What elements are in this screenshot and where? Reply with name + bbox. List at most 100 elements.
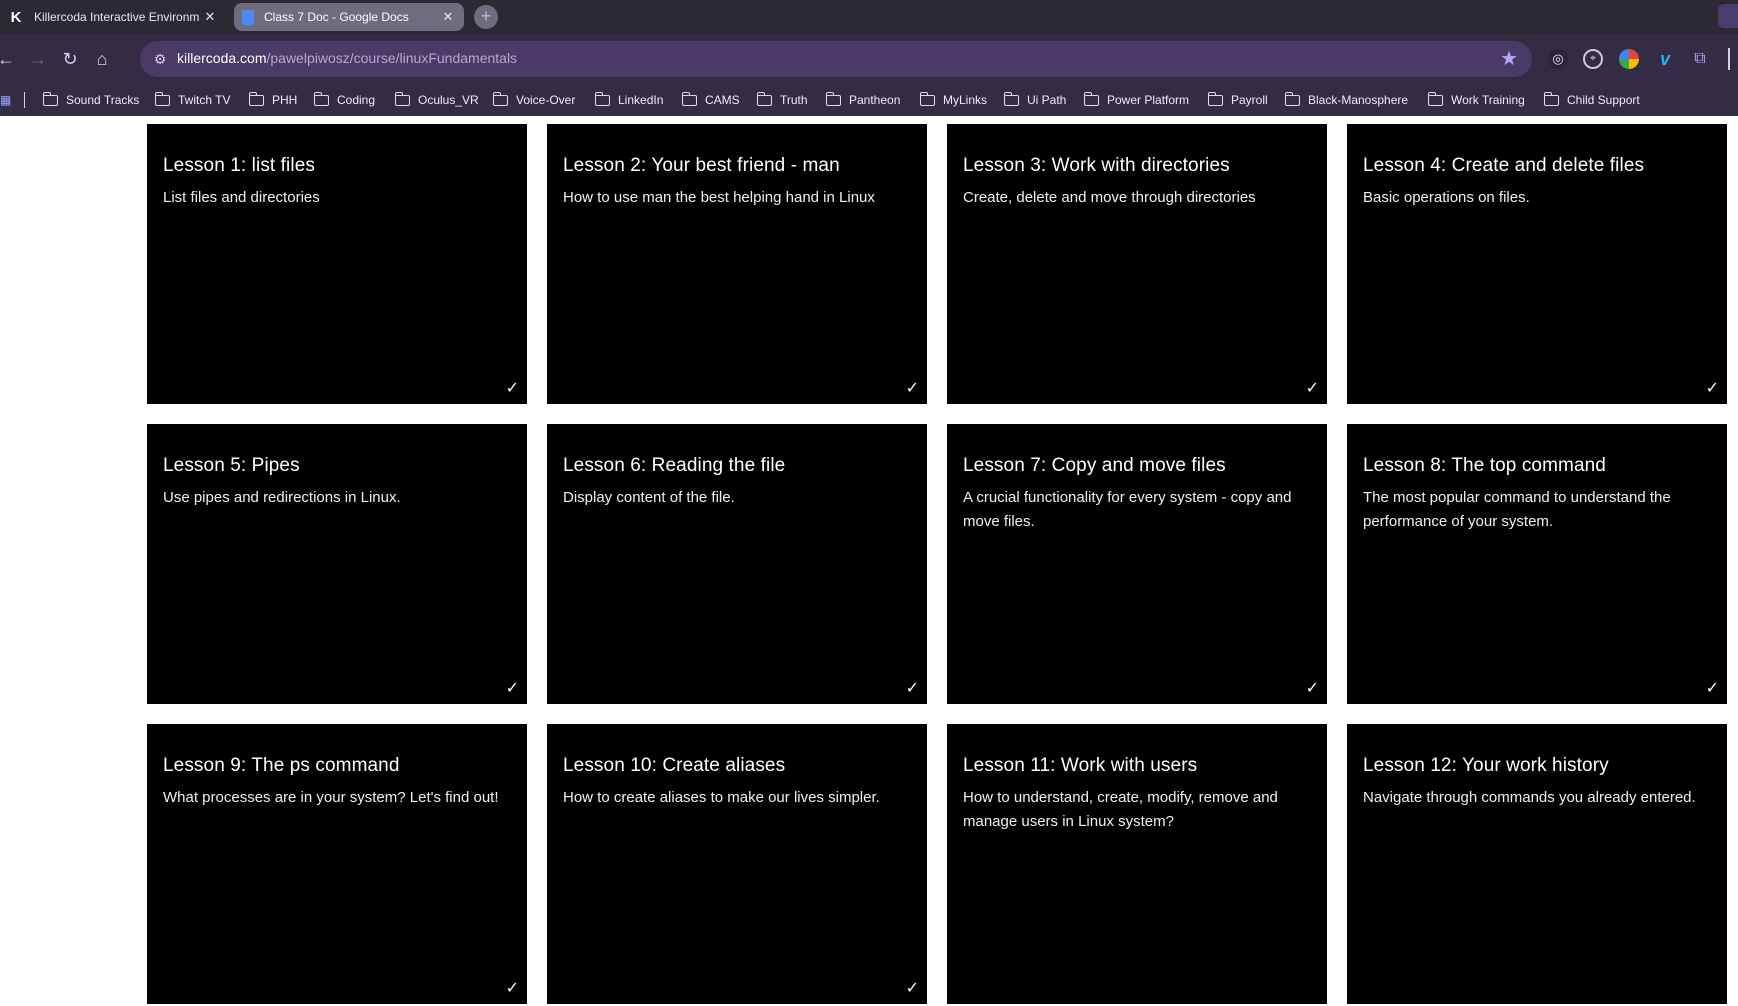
lesson-description: How to create aliases to make our lives … (563, 789, 880, 806)
extensions-puzzle-icon[interactable]: ⧉ (1690, 49, 1710, 69)
bookmark-folder[interactable]: Twitch TV (154, 91, 230, 109)
lesson-title: Lesson 5: Pipes (163, 455, 300, 476)
lesson-title: Lesson 2: Your best friend - man (563, 155, 840, 176)
bookmark-folder[interactable]: Voice-Over (492, 91, 575, 109)
folder-icon (1083, 91, 1099, 106)
lesson-card[interactable]: Lesson 2: Your best friend - man How to … (547, 124, 927, 404)
bookmark-folder[interactable]: Pantheon (825, 91, 900, 109)
check-icon: ✓ (905, 980, 919, 997)
lesson-grid: Lesson 1: list files List files and dire… (0, 116, 1738, 1006)
lesson-card[interactable]: Lesson 1: list files List files and dire… (147, 124, 527, 404)
lesson-card[interactable]: Lesson 9: The ps command What processes … (147, 724, 527, 1004)
lesson-title: Lesson 11: Work with users (963, 755, 1198, 776)
lesson-title: Lesson 6: Reading the file (563, 455, 786, 476)
site-info-icon[interactable]: ⚙ (150, 49, 170, 69)
lesson-description: The most popular command to understand t… (1363, 489, 1671, 530)
bookmark-folder[interactable]: CAMS (681, 91, 740, 109)
folder-icon (1284, 91, 1300, 106)
bookmark-folder[interactable]: Power Platform (1083, 91, 1189, 109)
bookmark-folder[interactable]: Ui Path (1003, 91, 1066, 109)
bookmark-folder[interactable]: Coding (313, 91, 375, 109)
bookmark-folder[interactable]: Payroll (1207, 91, 1268, 109)
check-icon: ✓ (1305, 380, 1319, 397)
lesson-title: Lesson 12: Your work history (1363, 755, 1609, 776)
killercoda-favicon-icon: K (10, 8, 22, 26)
lesson-description: Navigate through commands you already en… (1363, 789, 1696, 806)
check-icon: ✓ (505, 980, 519, 997)
lesson-description: Create, delete and move through director… (963, 189, 1256, 206)
tab-strip: K Killercoda Interactive Environm ✕ Clas… (0, 0, 1738, 34)
check-icon: ✓ (905, 380, 919, 397)
lesson-card[interactable]: Lesson 7: Copy and move files A crucial … (947, 424, 1327, 704)
bookmark-star-icon[interactable]: ★ (1500, 47, 1518, 71)
lesson-description: Display content of the file. (563, 489, 735, 506)
folder-icon (1207, 91, 1223, 106)
folder-icon (756, 91, 772, 106)
address-bar[interactable]: ⚙ killercoda.com/pawelpiwosz/course/linu… (140, 41, 1532, 77)
folder-icon (1427, 91, 1443, 106)
vimeo-extension-icon[interactable]: v (1655, 49, 1675, 69)
lesson-title: Lesson 9: The ps command (163, 755, 400, 776)
bookmark-folder[interactable]: PHH (248, 91, 297, 109)
new-tab-button[interactable]: + (474, 5, 498, 29)
check-icon: ✓ (1705, 380, 1719, 397)
bookmark-folder[interactable]: Child Support (1543, 91, 1640, 109)
lesson-title: Lesson 10: Create aliases (563, 755, 786, 776)
lesson-card[interactable]: Lesson 11: Work with users How to unders… (947, 724, 1327, 1004)
lesson-card[interactable]: Lesson 4: Create and delete files Basic … (1347, 124, 1727, 404)
tab-google-docs[interactable]: Class 7 Doc - Google Docs ✕ (234, 3, 464, 31)
folder-icon (1003, 91, 1019, 106)
lesson-card[interactable]: Lesson 10: Create aliases How to create … (547, 724, 927, 1004)
bookmark-folder[interactable]: Sound Tracks (42, 91, 139, 109)
tab-killercoda[interactable]: K Killercoda Interactive Environm ✕ (0, 3, 226, 31)
close-icon[interactable]: ✕ (440, 9, 456, 25)
home-icon[interactable]: ⌂ (90, 47, 114, 71)
bookmark-folder[interactable]: Truth (756, 91, 808, 109)
window-control-icon[interactable] (1718, 4, 1738, 28)
browser-toolbar: ← → ↻ ⌂ ⚙ killercoda.com/pawelpiwosz/cou… (0, 34, 1738, 84)
folder-icon (492, 91, 508, 106)
lesson-card[interactable]: Lesson 8: The top command The most popul… (1347, 424, 1727, 704)
folder-icon (681, 91, 697, 106)
docs-icon (242, 9, 254, 25)
back-arrow-icon[interactable]: ← (0, 47, 18, 71)
bookmark-separator (24, 92, 25, 108)
incognito-extension-icon[interactable]: ◎ (1548, 49, 1568, 69)
lesson-card[interactable]: Lesson 6: Reading the file Display conte… (547, 424, 927, 704)
forward-arrow-icon[interactable]: → (26, 47, 50, 71)
lesson-description: How to understand, create, modify, remov… (963, 789, 1278, 830)
lesson-title: Lesson 3: Work with directories (963, 155, 1230, 176)
lesson-description: Use pipes and redirections in Linux. (163, 489, 401, 506)
lesson-title: Lesson 4: Create and delete files (1363, 155, 1645, 176)
apps-grid-icon[interactable]: ▦ (0, 93, 12, 107)
bookmark-folder[interactable]: Black-Manosphere (1284, 91, 1408, 109)
lesson-card[interactable]: Lesson 5: Pipes Use pipes and redirectio… (147, 424, 527, 704)
check-icon: ✓ (1705, 680, 1719, 697)
close-icon[interactable]: ✕ (202, 9, 218, 25)
toolbar-divider (1728, 48, 1730, 70)
bookmark-folder[interactable]: Oculus_VR (394, 91, 479, 109)
lesson-card[interactable]: Lesson 12: Your work history Navigate th… (1347, 724, 1727, 1004)
url-text[interactable]: killercoda.com/pawelpiwosz/course/linuxF… (177, 50, 517, 66)
check-icon: ✓ (505, 680, 519, 697)
lesson-card[interactable]: Lesson 3: Work with directories Create, … (947, 124, 1327, 404)
folder-icon (154, 91, 170, 106)
check-icon: ✓ (905, 680, 919, 697)
folder-icon (313, 91, 329, 106)
lesson-description: Basic operations on files. (1363, 189, 1530, 206)
check-icon: ✓ (505, 380, 519, 397)
tab-title: Killercoda Interactive Environm (34, 10, 200, 24)
color-extension-icon[interactable] (1619, 49, 1639, 69)
lesson-title: Lesson 8: The top command (1363, 455, 1606, 476)
bookmark-folder[interactable]: LinkedIn (594, 91, 663, 109)
lesson-title: Lesson 1: list files (163, 155, 315, 176)
bookmark-folder[interactable]: Work Training (1427, 91, 1525, 109)
lesson-description: What processes are in your system? Let's… (163, 789, 499, 806)
compass-extension-icon[interactable]: ⌖ (1583, 49, 1603, 69)
folder-icon (248, 91, 264, 106)
bookmark-folder[interactable]: MyLinks (919, 91, 987, 109)
bookmarks-bar: ▦ Sound Tracks Twitch TV PHH Coding Ocul… (0, 84, 1738, 116)
check-icon: ✓ (1305, 680, 1319, 697)
reload-icon[interactable]: ↻ (58, 47, 82, 71)
folder-icon (394, 91, 410, 106)
